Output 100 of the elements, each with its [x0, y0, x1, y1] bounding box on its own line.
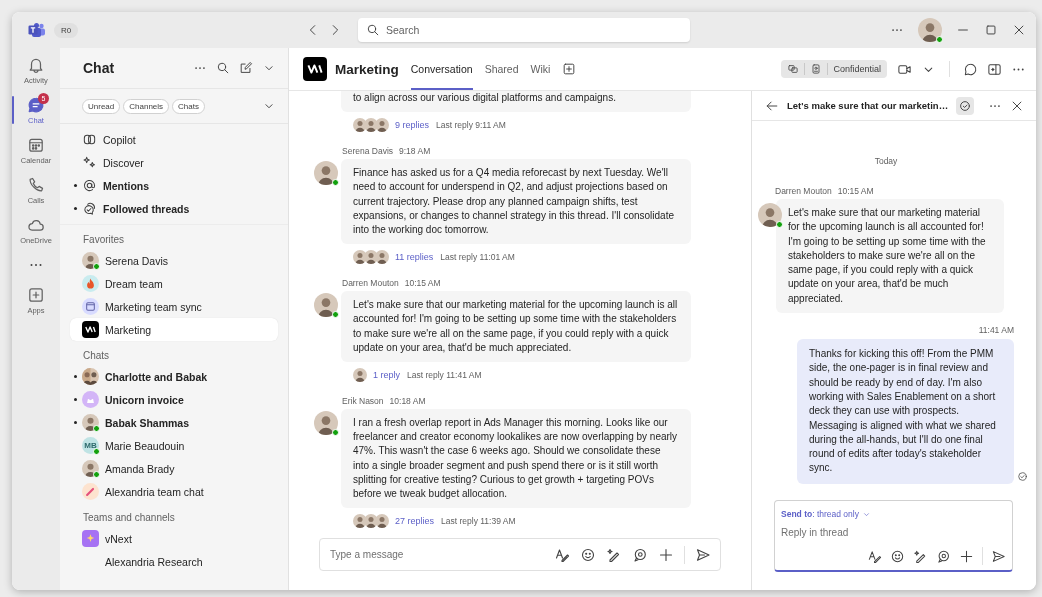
author-name: Serena Davis [342, 146, 394, 157]
search-icon[interactable] [216, 61, 230, 75]
thread-title: Let's make sure that our marketin… [787, 100, 949, 111]
avatar [314, 161, 338, 186]
followed-threads-icon [82, 201, 97, 216]
meeting-avatar [82, 298, 99, 315]
message-time: 11:41 AM [977, 325, 1014, 336]
section-heading: Teams and channels [82, 511, 176, 525]
emoji-icon[interactable] [890, 548, 905, 564]
team-avatar [82, 391, 99, 408]
at-sign-icon [82, 178, 97, 193]
chat-list-item[interactable]: vNext [60, 527, 278, 550]
channel-logo [303, 57, 327, 81]
copy-icon [787, 63, 800, 75]
chat-list-item[interactable]: Marketing team sync [60, 295, 278, 318]
search-field[interactable]: Search [358, 18, 690, 42]
avatar [375, 118, 389, 133]
channel-logo [82, 530, 99, 547]
send-icon[interactable] [695, 547, 711, 563]
message-bubble: to align across our various digital platforms and campaigns. [341, 91, 691, 113]
team-avatar [82, 483, 99, 500]
tab[interactable]: Shared [484, 48, 519, 90]
initials-avatar: MB [82, 437, 99, 454]
avatar [82, 460, 99, 477]
send-icon[interactable] [991, 548, 1006, 564]
group-avatar [82, 368, 99, 385]
chat-list-item[interactable]: Amanda Brady [60, 457, 278, 480]
message-bubble: Thanks for kicking this off! From the PMM side, the one-pager is in final review and should be ready by end of day. I'm also working with Sales Enablement on a short deck they can use with prospects. Messaging is aligned with what we shared during the all-hands, but I'll do one final round of edits after today's stakeholder sync. [797, 339, 1014, 484]
phone-icon [27, 175, 45, 194]
chat-list-item[interactable]: Serena Davis [60, 249, 278, 272]
profile-avatar [918, 18, 942, 42]
avatar [364, 118, 378, 133]
date-divider: Today [873, 156, 899, 166]
filter-chip[interactable]: Chats [172, 98, 205, 114]
author-name: Darren Mouton [342, 278, 399, 289]
section-heading: Chats [82, 349, 111, 363]
check-circle-icon [958, 98, 973, 113]
pane-title: Chat [83, 60, 116, 76]
message-time: 10:15 AM [404, 278, 441, 289]
avatar [82, 252, 99, 269]
filter-chip[interactable]: Unread [82, 98, 121, 114]
send-to-selector[interactable]: Send to: thread only [781, 509, 859, 519]
compose-icon[interactable] [239, 61, 253, 75]
sparkle-icon [82, 155, 97, 170]
chat-list-item[interactable]: Discover [60, 151, 278, 174]
channel-logo [82, 321, 99, 338]
chat-list-item[interactable]: MB Marie Beaudouin [60, 434, 278, 457]
format-icon[interactable] [867, 548, 882, 564]
replies-link[interactable]: 11 replies [395, 252, 434, 263]
message-input[interactable]: Type a message [319, 538, 721, 571]
message-bubble: I ran a fresh overlap report in Ads Manager this morning. Looks like our freelancer and creator economy lookalikes are now overlapping by nearly 47%. This wasn't the case 6 weeks ago. Should we consolidate these into a single broader segment and push spend there or is it still worth splitting for creative testing? Curious to get growth + targeting POVs before we tweak budget allocation. [341, 409, 691, 509]
side-panel-icon[interactable] [987, 61, 1002, 77]
format-icon[interactable] [554, 547, 570, 563]
loop-icon[interactable] [632, 547, 648, 563]
chat-list-item[interactable]: Alexandria Research [60, 550, 278, 573]
close-icon[interactable] [1012, 23, 1026, 37]
avatar [353, 118, 367, 133]
last-reply-time: Last reply 9:11 AM [436, 120, 506, 131]
author-name: Erik Nason [342, 396, 384, 407]
pen-sparkle-icon[interactable] [606, 547, 622, 563]
chat-icon[interactable] [963, 61, 978, 77]
message-time: 10:15 AM [837, 186, 874, 196]
message-bubble: Let's make sure that our marketing material for the upcoming launch is all accounted for! I'm going to be setting up some time with the stakeholders to make sure we're all on the same page, if you could reply with a quick update on your area, that'd be much appreciated. [776, 199, 1004, 314]
avatar [314, 293, 338, 318]
account-label[interactable]: R0 [54, 22, 79, 38]
plus-icon[interactable] [959, 548, 974, 564]
maximize-icon[interactable] [984, 23, 998, 37]
avatar [364, 250, 378, 265]
message-bubble: Let's make sure that our marketing material for the upcoming launch is all accounted for! I'm going to be setting up some time with the stakeholders to make sure we're all on the same page, if you could reply with a quick update on your area, that'd be much appreciated. [341, 291, 691, 363]
chat-list-item[interactable]: Marketing [70, 318, 278, 341]
section-heading: Favorites [82, 233, 126, 247]
tab[interactable]: Wiki [530, 48, 551, 90]
avatar [314, 411, 338, 436]
chat-list-item[interactable]: Alexandria team chat [60, 480, 278, 503]
chat-list-item[interactable]: Copilot [60, 128, 278, 151]
replies-link[interactable]: 27 replies [395, 516, 435, 527]
pen-sparkle-icon[interactable] [913, 548, 928, 564]
chat-list-item[interactable]: Dream team [60, 272, 278, 295]
chat-list-item[interactable]: Followed threads [60, 197, 278, 220]
avatar [353, 514, 367, 529]
loop-icon[interactable] [936, 548, 951, 564]
filter-chip[interactable]: Channels [123, 98, 170, 114]
replies-link[interactable]: 9 replies [395, 120, 430, 131]
chat-list-item[interactable]: Unicorn invoice [60, 388, 278, 411]
thread-button[interactable] [956, 96, 975, 115]
replies-link[interactable]: 1 reply [373, 370, 400, 381]
message-time: 10:18 AM [389, 396, 426, 407]
avatar [353, 368, 367, 383]
last-reply-time: Last reply 11:41 AM [407, 370, 482, 381]
avatar [364, 514, 378, 529]
emoji-icon[interactable] [580, 547, 596, 563]
chat-list-item[interactable]: Charlotte and Babak [60, 365, 278, 388]
message-time: 9:18 AM [399, 146, 431, 157]
apps-icon [27, 285, 45, 304]
chat-list-item[interactable]: Mentions [60, 174, 278, 197]
sensitivity-button[interactable]: Confidential [781, 60, 887, 78]
chat-list-item[interactable]: Babak Shammas [60, 411, 278, 434]
channel-name: Marketing [335, 61, 399, 77]
badge-icon [810, 63, 823, 75]
add-tab-icon[interactable] [562, 62, 577, 76]
